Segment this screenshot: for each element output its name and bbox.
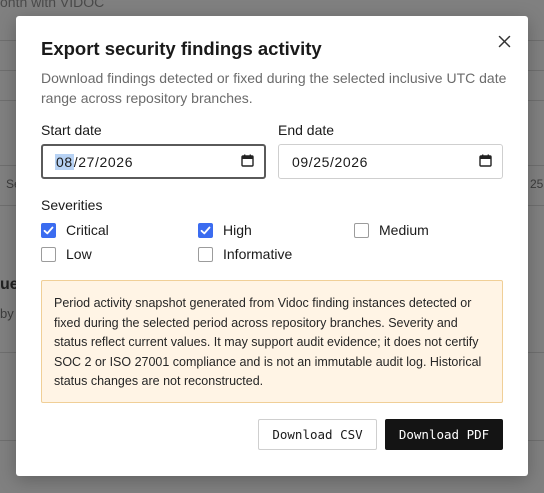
divider: [528, 165, 544, 166]
end-date-value[interactable]: 09/25/2026: [292, 154, 368, 170]
divider: [528, 40, 544, 41]
severity-label: Medium: [379, 222, 429, 238]
dialog-title: Export security findings activity: [41, 38, 322, 59]
checkbox-checked[interactable]: [41, 222, 56, 238]
severity-critical-option[interactable]: Critical: [41, 222, 109, 238]
start-date-rest[interactable]: /27/2026: [74, 154, 133, 170]
severity-medium-option[interactable]: Medium: [354, 222, 429, 238]
divider: [0, 352, 16, 353]
divider: [0, 40, 16, 41]
checkmark-icon: [43, 226, 54, 234]
export-dialog: Export security findings activity Downlo…: [16, 16, 528, 476]
divider: [0, 165, 16, 166]
divider: [528, 440, 544, 441]
severity-label: Critical: [66, 222, 109, 238]
end-date-input[interactable]: 09/25/2026: [278, 144, 503, 179]
divider: [0, 70, 16, 71]
divider: [528, 352, 544, 353]
severity-label: High: [223, 222, 252, 238]
severity-low-option[interactable]: Low: [41, 246, 92, 262]
checkbox-unchecked[interactable]: [198, 246, 213, 262]
start-date-input[interactable]: 08 /27/2026: [41, 144, 266, 179]
divider: [528, 205, 544, 206]
severity-high-option[interactable]: High: [198, 222, 252, 238]
divider: [528, 70, 544, 71]
background-text: 25: [530, 177, 544, 191]
divider: [528, 100, 544, 101]
disclaimer-notice: Period activity snapshot generated from …: [41, 280, 503, 403]
start-date-label: Start date: [41, 122, 102, 138]
checkmark-icon: [200, 226, 211, 234]
download-csv-button[interactable]: Download CSV: [258, 419, 377, 450]
checkbox-unchecked[interactable]: [41, 246, 56, 262]
close-icon: [498, 35, 510, 47]
download-pdf-button[interactable]: Download PDF: [385, 419, 503, 450]
background-text: by: [0, 306, 14, 321]
divider: [0, 100, 16, 101]
severity-informative-option[interactable]: Informative: [198, 246, 292, 262]
severity-label: Low: [66, 246, 92, 262]
calendar-icon[interactable]: [241, 154, 254, 170]
divider: [0, 205, 16, 206]
calendar-icon[interactable]: [479, 154, 492, 170]
severities-label: Severities: [41, 197, 103, 213]
background-text: onth with VIDOC: [0, 0, 105, 10]
close-button[interactable]: [494, 31, 514, 51]
severity-label: Informative: [223, 246, 293, 262]
start-date-month-segment[interactable]: 08: [55, 153, 74, 170]
divider: [0, 440, 16, 441]
checkbox-checked[interactable]: [198, 222, 213, 238]
end-date-label: End date: [278, 122, 335, 138]
dialog-description: Download findings detected or fixed duri…: [41, 70, 507, 106]
checkbox-unchecked[interactable]: [354, 222, 369, 238]
